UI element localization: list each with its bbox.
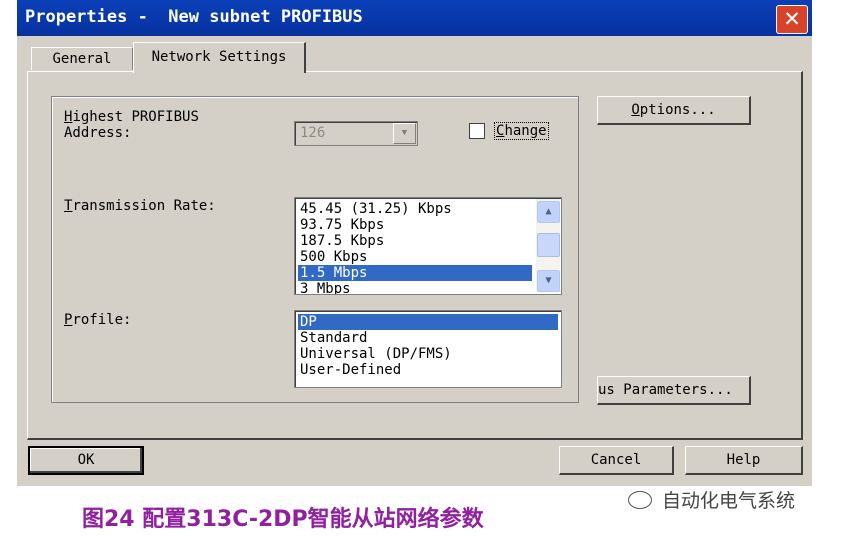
- ok-button[interactable]: OK: [28, 446, 144, 475]
- list-item[interactable]: User-Defined: [298, 362, 558, 378]
- list-item[interactable]: 500 Kbps: [298, 249, 532, 265]
- figure-caption: 图24 配置313C-2DP智能从站网络参数: [82, 507, 484, 532]
- tab-general[interactable]: General: [31, 47, 133, 70]
- list-item[interactable]: 45.45 (31.25) Kbps: [298, 201, 532, 217]
- profile-label: Profile:: [64, 312, 132, 328]
- watermark: 自动化电气系统: [628, 486, 795, 513]
- change-label[interactable]: Change: [494, 122, 549, 140]
- address-dropdown[interactable]: 126 ▼: [294, 121, 418, 146]
- close-icon: ✕: [783, 7, 801, 31]
- bus-parameters-button[interactable]: us Parameters...: [597, 376, 751, 405]
- address-label: Highest PROFIBUS Address:: [64, 109, 199, 141]
- watermark-text: 自动化电气系统: [662, 490, 796, 512]
- scroll-down-icon[interactable]: ▼: [537, 270, 560, 292]
- profile-list[interactable]: DP Standard Universal (DP/FMS) User-Defi…: [294, 310, 562, 388]
- transmission-rate-label: Transmission Rate:: [64, 198, 216, 214]
- title-bar[interactable]: Properties - New subnet PROFIBUS ✕: [17, 0, 812, 36]
- wechat-icon: [628, 490, 652, 509]
- close-button[interactable]: ✕: [776, 5, 808, 34]
- tab-network-settings-label: Network Settings: [151, 49, 287, 65]
- cancel-button[interactable]: Cancel: [559, 446, 674, 475]
- list-item-selected[interactable]: DP: [298, 314, 558, 330]
- scroll-thumb[interactable]: [537, 233, 560, 257]
- list-item[interactable]: Universal (DP/FMS): [298, 346, 558, 362]
- address-value: 126: [300, 125, 326, 141]
- transmission-rate-list[interactable]: 45.45 (31.25) Kbps 93.75 Kbps 187.5 Kbps…: [294, 197, 562, 295]
- properties-dialog: Properties - New subnet PROFIBUS ✕ Gener…: [17, 0, 812, 486]
- tab-general-label: General: [52, 51, 112, 67]
- chevron-down-icon[interactable]: ▼: [393, 123, 416, 144]
- list-item[interactable]: 3 Mbps: [298, 281, 532, 294]
- window-title: Properties - New subnet PROFIBUS: [25, 7, 363, 27]
- help-button[interactable]: Help: [685, 446, 803, 475]
- list-item[interactable]: 93.75 Kbps: [298, 217, 532, 233]
- scroll-up-icon[interactable]: ▲: [537, 201, 560, 223]
- list-item[interactable]: 187.5 Kbps: [298, 233, 532, 249]
- options-button[interactable]: Options...: [597, 96, 751, 125]
- tab-network-settings[interactable]: Network Settings: [133, 42, 306, 73]
- list-item-selected[interactable]: 1.5 Mbps: [298, 265, 532, 281]
- transmission-rate-scrollbar[interactable]: ▲ ▼: [536, 199, 560, 292]
- change-checkbox[interactable]: [469, 123, 485, 139]
- list-item[interactable]: Standard: [298, 330, 558, 346]
